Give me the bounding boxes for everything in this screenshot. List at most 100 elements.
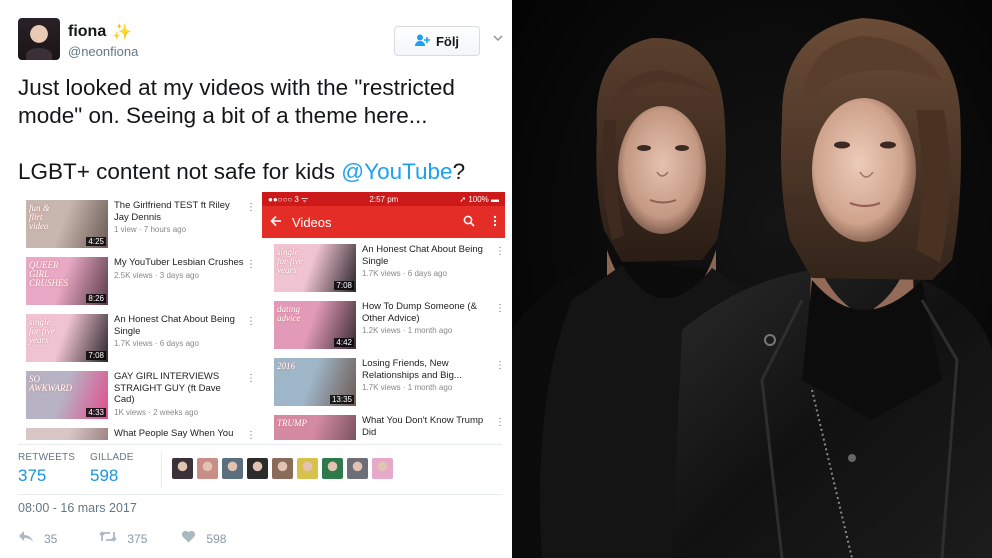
reply-icon	[18, 530, 34, 547]
video-item[interactable]: 2016 13:35 Losing Friends, New Relationshi…	[274, 358, 505, 415]
thumbnail-text: fun & flirt video	[29, 203, 50, 231]
video-title[interactable]: My YouTuber Lesbian Crushes	[114, 257, 244, 269]
tweet-card: fiona ✨ @neonfiona Följ Just looked at m…	[0, 0, 512, 558]
video-item[interactable]: single for five years 7:08 An Honest Chat …	[274, 244, 505, 301]
retweet-button[interactable]: 375	[99, 530, 147, 547]
video-title[interactable]: An Honest Chat About Being Single	[114, 314, 244, 337]
video-duration: 7:08	[86, 351, 106, 360]
search-icon[interactable]	[463, 215, 475, 230]
likes-value: 598	[90, 466, 119, 485]
liker-avatar[interactable]	[247, 458, 268, 479]
video-meta: 2.5K views · 3 days ago	[114, 270, 199, 280]
likers-avatars	[172, 458, 393, 479]
sparkle-icon: ✨	[112, 24, 133, 41]
video-duration: 4:33	[86, 408, 106, 417]
video-duration: 7:08	[334, 281, 354, 290]
video-item[interactable]: fun & flirt video 4:25 The Girlfriend TEST…	[26, 200, 256, 257]
back-arrow-icon[interactable]	[270, 215, 282, 230]
video-list-desktop: fun & flirt video 4:25 The Girlfriend TEST…	[26, 200, 256, 440]
thumbnail-text: QUEER GIRL CRUSHES	[29, 260, 68, 288]
video-meta: 1.7K views · 6 days ago	[114, 339, 199, 348]
video-info: An Honest Chat About Being Single 1.7K vi…	[108, 314, 254, 371]
more-vertical-icon[interactable]: ⋮	[495, 303, 505, 314]
app-bar-title: Videos	[292, 214, 332, 230]
thumbnail-text: TRUMP	[277, 418, 307, 428]
status-signal: ●●○○○ 3 ᯤ	[268, 194, 309, 204]
video-duration: 4:42	[334, 338, 354, 347]
follow-button[interactable]: Följ	[394, 26, 480, 56]
video-title[interactable]: How To Dump Someone (& Other Advice)	[362, 301, 492, 324]
video-thumbnail[interactable]: 2016 13:35	[274, 358, 356, 406]
liker-avatar[interactable]	[222, 458, 243, 479]
more-vertical-icon[interactable]: ⋮	[246, 316, 256, 327]
video-title[interactable]: Losing Friends, New Relationships and Bi…	[362, 358, 492, 381]
divider	[18, 444, 502, 445]
liker-avatar[interactable]	[197, 458, 218, 479]
video-item[interactable]: What People Say When You ⋮	[26, 428, 256, 440]
liker-avatar[interactable]	[372, 458, 393, 479]
retweets-label: RETWEETS	[18, 452, 76, 463]
tweet-timestamp[interactable]: 08:00 - 16 mars 2017	[18, 501, 137, 515]
video-title[interactable]: GAY GIRL INTERVIEWS STRAIGHT GUY (ft Dav…	[114, 371, 244, 406]
more-vertical-icon[interactable]: ⋮	[246, 373, 256, 384]
more-vertical-icon[interactable]: ⋮	[246, 202, 256, 213]
liker-avatar[interactable]	[297, 458, 318, 479]
video-title[interactable]: What People Say When You	[114, 428, 244, 440]
chevron-down-icon[interactable]	[493, 31, 503, 45]
retweet-count: 375	[127, 531, 148, 546]
video-thumbnail[interactable]: dating advice 4:42	[274, 301, 356, 349]
video-duration: 8:26	[86, 294, 106, 303]
video-title[interactable]: The Girlfriend TEST ft Riley Jay Dennis	[114, 200, 244, 223]
phone-app-bar: Videos	[262, 206, 505, 238]
thumbnail-text: single for five years	[29, 317, 55, 345]
more-vertical-icon[interactable]: ⋮	[495, 246, 505, 257]
user-handle[interactable]: @neonfiona	[68, 44, 138, 59]
video-item[interactable]: SO AWKWARD 4:33 GAY GIRL INTERVIEWS STRAIG…	[26, 371, 256, 428]
display-name[interactable]: fiona	[68, 23, 106, 41]
tweet-media[interactable]: fun & flirt video 4:25 The Girlfriend TEST…	[18, 192, 508, 440]
video-item[interactable]: dating advice 4:42 How To Dump Someone (& …	[274, 301, 505, 358]
like-button[interactable]: 598	[181, 530, 226, 547]
tweet-text-line2: LGBT+ content not safe for kids @YouTube…	[18, 158, 503, 186]
video-meta: 1.7K views · 6 days ago	[362, 269, 447, 278]
avatar[interactable]	[18, 18, 60, 60]
name-row: fiona ✨	[68, 22, 132, 42]
divider	[18, 494, 502, 495]
video-info: How To Dump Someone (& Other Advice) 1.2K…	[356, 301, 502, 358]
video-item[interactable]: single for five years 7:08 An Honest Chat …	[26, 314, 256, 371]
video-item[interactable]: TRUMP What You Don't Know Trump Did ⋮	[274, 415, 505, 440]
retweets-stat[interactable]: RETWEETS 375	[18, 452, 75, 486]
video-thumbnail[interactable]: TRUMP	[274, 415, 356, 440]
video-thumbnail[interactable]	[26, 428, 108, 440]
tweet-text-line2-suffix: ?	[452, 159, 466, 184]
video-thumbnail[interactable]: single for five years 7:08	[26, 314, 108, 362]
video-title[interactable]: An Honest Chat About Being Single	[362, 244, 492, 267]
video-duration: 4:25	[86, 237, 106, 246]
more-vertical-icon[interactable]: ⋮	[246, 430, 256, 440]
video-info: GAY GIRL INTERVIEWS STRAIGHT GUY (ft Dav…	[108, 371, 254, 428]
reply-button[interactable]: 35	[18, 530, 57, 547]
thumbnail-text: SO AWKWARD	[29, 374, 73, 393]
thumbnail-text: single for five years	[277, 247, 303, 275]
portrait-image	[512, 0, 992, 558]
liker-avatar[interactable]	[172, 458, 193, 479]
liker-avatar[interactable]	[272, 458, 293, 479]
video-title[interactable]: What You Don't Know Trump Did	[362, 415, 492, 438]
retweets-value: 375	[18, 466, 47, 485]
likes-stat[interactable]: GILLADE 598	[90, 452, 134, 486]
more-vertical-icon[interactable]: ⋮	[495, 417, 505, 428]
video-duration: 13:35	[329, 395, 354, 404]
liker-avatar[interactable]	[322, 458, 343, 479]
video-item[interactable]: QUEER GIRL CRUSHES 8:26 My YouTuber Lesbia…	[26, 257, 256, 314]
heart-icon	[181, 530, 196, 547]
video-info: Losing Friends, New Relationships and Bi…	[356, 358, 502, 415]
video-thumbnail[interactable]: QUEER GIRL CRUSHES 8:26	[26, 257, 108, 305]
video-thumbnail[interactable]: fun & flirt video 4:25	[26, 200, 108, 248]
more-vertical-icon[interactable]	[493, 215, 497, 230]
more-vertical-icon[interactable]: ⋮	[495, 360, 505, 371]
video-thumbnail[interactable]: single for five years 7:08	[274, 244, 356, 292]
liker-avatar[interactable]	[347, 458, 368, 479]
mention-link[interactable]: @YouTube	[341, 159, 452, 184]
video-thumbnail[interactable]: SO AWKWARD 4:33	[26, 371, 108, 419]
more-vertical-icon[interactable]: ⋮	[246, 259, 256, 270]
